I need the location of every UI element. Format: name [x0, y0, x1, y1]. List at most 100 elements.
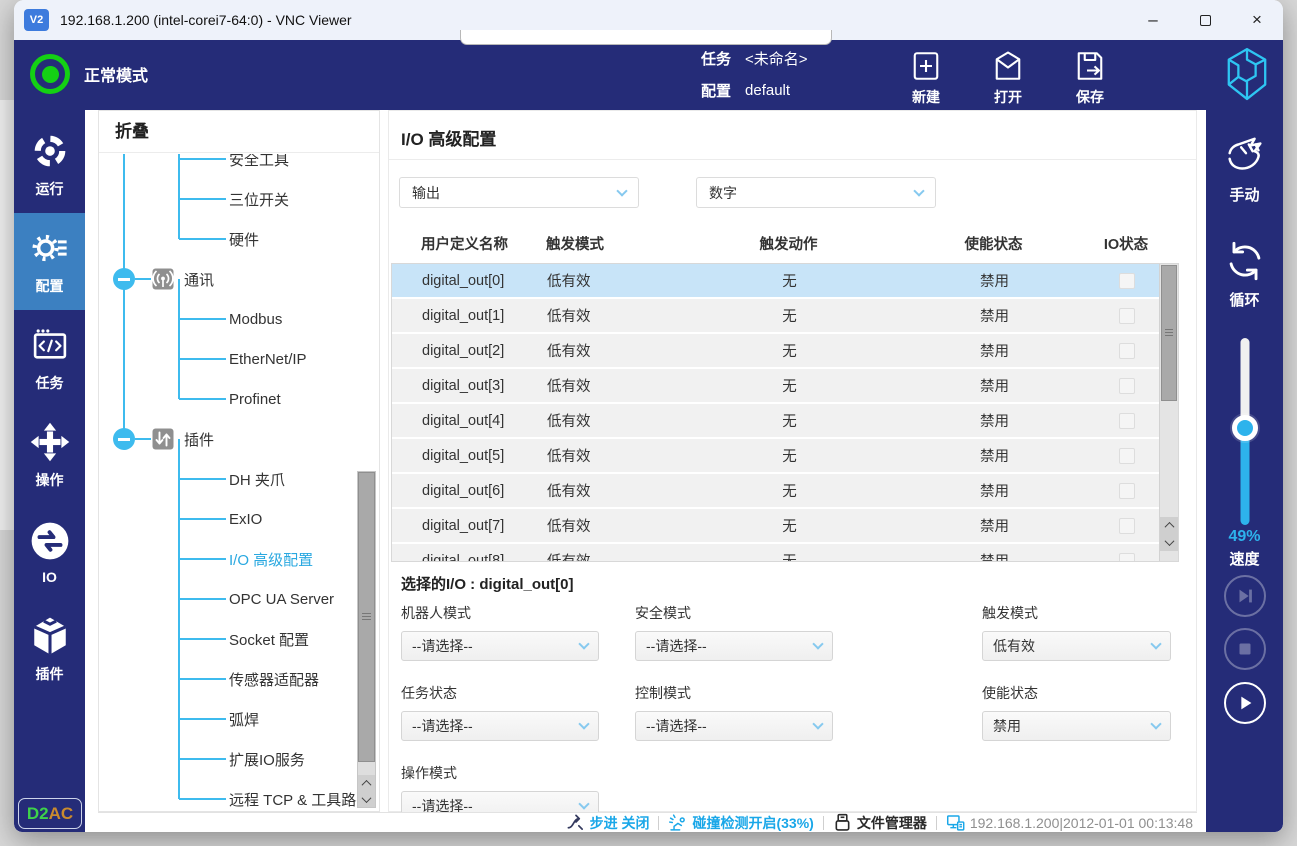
speed-slider-thumb[interactable] [1232, 415, 1258, 441]
tree-item-10[interactable]: I/O 高级配置 [99, 539, 379, 579]
io-state-checkbox[interactable] [1119, 553, 1135, 562]
tree-item-5[interactable]: EtherNet/IP [99, 339, 379, 379]
play-button[interactable] [1224, 682, 1266, 724]
scroll-up-button[interactable] [358, 775, 375, 791]
cell-io-state [1092, 343, 1159, 359]
sidebar-item-task[interactable]: 任务 [14, 310, 85, 407]
filter-select-io-type[interactable]: 数字 [696, 177, 936, 208]
io-table: digital_out[0]低有效无禁用digital_out[1]低有效无禁用… [391, 263, 1179, 562]
maximize-button[interactable] [1179, 0, 1231, 40]
save-button[interactable]: 保存 [1066, 48, 1114, 107]
sidebar-item-operate[interactable]: 操作 [14, 407, 85, 504]
tree-item-16[interactable]: 远程 TCP & 工具路径 [99, 779, 379, 811]
sidebar-item-run[interactable]: 运行 [14, 116, 85, 213]
form-field-label: 使能状态 [982, 683, 1171, 703]
tree-item-15[interactable]: 扩展IO服务 [99, 739, 379, 779]
status-step[interactable]: 步进 关闭 [566, 813, 650, 833]
cell-io-state [1092, 308, 1159, 324]
tree-item-4[interactable]: Modbus [99, 299, 379, 339]
cell-enable_state: 禁用 [897, 375, 1092, 396]
form-field-select[interactable]: --请选择-- [401, 711, 599, 741]
io-state-checkbox[interactable] [1119, 343, 1135, 359]
loop-mode-button[interactable]: 循环 [1206, 238, 1283, 310]
cell-name: digital_out[8] [422, 553, 547, 562]
sidebar-item-io[interactable]: IO [14, 504, 85, 601]
io-state-checkbox[interactable] [1119, 518, 1135, 534]
table-row[interactable]: digital_out[8]低有效无禁用 [392, 544, 1159, 561]
filter-select-io-direction[interactable]: 输出 [399, 177, 639, 208]
io-state-checkbox[interactable] [1119, 448, 1135, 464]
speed-readout: 49% 速度 [1206, 528, 1283, 569]
minimize-button[interactable]: – [1127, 0, 1179, 40]
status-collision[interactable]: 碰撞检测开启(33%) [668, 813, 813, 833]
tree-item-3[interactable]: 通讯 [99, 259, 379, 299]
form-field-1: 安全模式 --请选择-- [635, 603, 833, 661]
tree-item-label: 三位开关 [229, 189, 289, 210]
sidebar-item-label: 运行 [36, 179, 64, 199]
table-viewport: digital_out[0]低有效无禁用digital_out[1]低有效无禁用… [392, 264, 1159, 561]
form-field-label: 安全模式 [635, 603, 833, 623]
close-button[interactable]: × [1231, 0, 1283, 40]
right-control-rail: 手动 循环 49% 速度 [1206, 110, 1283, 832]
d2ac-badge: D2AC [18, 798, 82, 829]
tree-item-9[interactable]: ExIO [99, 499, 379, 539]
tree-scrollbar[interactable] [357, 471, 376, 808]
io-state-checkbox[interactable] [1119, 273, 1135, 289]
table-row[interactable]: digital_out[2]低有效无禁用 [392, 334, 1159, 369]
tree-item-11[interactable]: OPC UA Server [99, 579, 379, 619]
form-field-select[interactable]: 低有效 [982, 631, 1171, 661]
status-file-manager[interactable]: 文件管理器 [833, 813, 927, 833]
left-nav-rail: 运行配置任务操作IO插件 D2AC [14, 110, 85, 832]
open-button[interactable]: 打开 [984, 48, 1032, 107]
status-green-icon [30, 54, 70, 94]
table-row[interactable]: digital_out[5]低有效无禁用 [392, 439, 1159, 474]
scroll-down-button[interactable] [358, 791, 375, 807]
table-row[interactable]: digital_out[4]低有效无禁用 [392, 404, 1159, 439]
maximize-icon [1200, 15, 1211, 26]
tree-scrollbar-thumb[interactable] [358, 472, 375, 762]
tree-item-12[interactable]: Socket 配置 [99, 619, 379, 659]
window-titlebar[interactable]: V2 192.168.1.200 (intel-corei7-64:0) - V… [14, 0, 1283, 40]
network-icon [946, 813, 965, 832]
vnc-toolbar-handle[interactable] [460, 30, 832, 45]
io-state-checkbox[interactable] [1119, 378, 1135, 394]
new-button[interactable]: 新建 [902, 48, 950, 107]
form-field-0: 机器人模式--请选择-- [401, 603, 599, 661]
manual-mode-button[interactable]: 手动 [1206, 133, 1283, 205]
table-row[interactable]: digital_out[1]低有效无禁用 [392, 299, 1159, 334]
tree-item-label: I/O 高级配置 [229, 549, 313, 570]
table-row[interactable]: digital_out[3]低有效无禁用 [392, 369, 1159, 404]
new-icon [908, 48, 944, 84]
tree-item-6[interactable]: Profinet [99, 379, 379, 419]
tree-item-1[interactable]: 三位开关 [99, 179, 379, 219]
sidebar-item-config[interactable]: 配置 [14, 213, 85, 310]
collapse-toggle-icon[interactable] [113, 428, 135, 450]
table-scrollbar[interactable] [1159, 264, 1178, 561]
table-row[interactable]: digital_out[7]低有效无禁用 [392, 509, 1159, 544]
status-connection[interactable]: 192.168.1.200|2012-01-01 00:13:48 [946, 813, 1193, 832]
collapse-toggle-icon[interactable] [113, 268, 135, 290]
tree-item-14[interactable]: 弧焊 [99, 699, 379, 739]
form-field-select[interactable]: --请选择-- [635, 631, 833, 661]
cell-enable_state: 禁用 [897, 340, 1092, 361]
tree-item-2[interactable]: 硬件 [99, 219, 379, 259]
io-state-checkbox[interactable] [1119, 308, 1135, 324]
scroll-down-button[interactable] [1160, 534, 1178, 551]
form-field-select[interactable]: 禁用 [982, 711, 1171, 741]
scroll-up-button[interactable] [1160, 517, 1178, 534]
tree-item-13[interactable]: 传感器适配器 [99, 659, 379, 699]
form-field-select[interactable]: --请选择-- [401, 631, 599, 661]
tree-item-8[interactable]: DH 夹爪 [99, 459, 379, 499]
io-state-checkbox[interactable] [1119, 483, 1135, 499]
io-state-checkbox[interactable] [1119, 413, 1135, 429]
selected-io-label: 选择的I/O : digital_out[0] [401, 573, 574, 594]
table-scrollbar-thumb[interactable] [1161, 265, 1177, 401]
status-text: 碰撞检测开启(33%) [692, 813, 813, 833]
table-row[interactable]: digital_out[0]低有效无禁用 [392, 264, 1159, 299]
table-row[interactable]: digital_out[6]低有效无禁用 [392, 474, 1159, 509]
tree-item-7[interactable]: 插件 [99, 419, 379, 459]
tree-collapse-header[interactable]: 折叠 [99, 111, 379, 153]
form-field-select[interactable]: --请选择-- [635, 711, 833, 741]
sidebar-item-plugin[interactable]: 插件 [14, 601, 85, 698]
tree-item-0[interactable]: 安全工具 [99, 154, 379, 179]
